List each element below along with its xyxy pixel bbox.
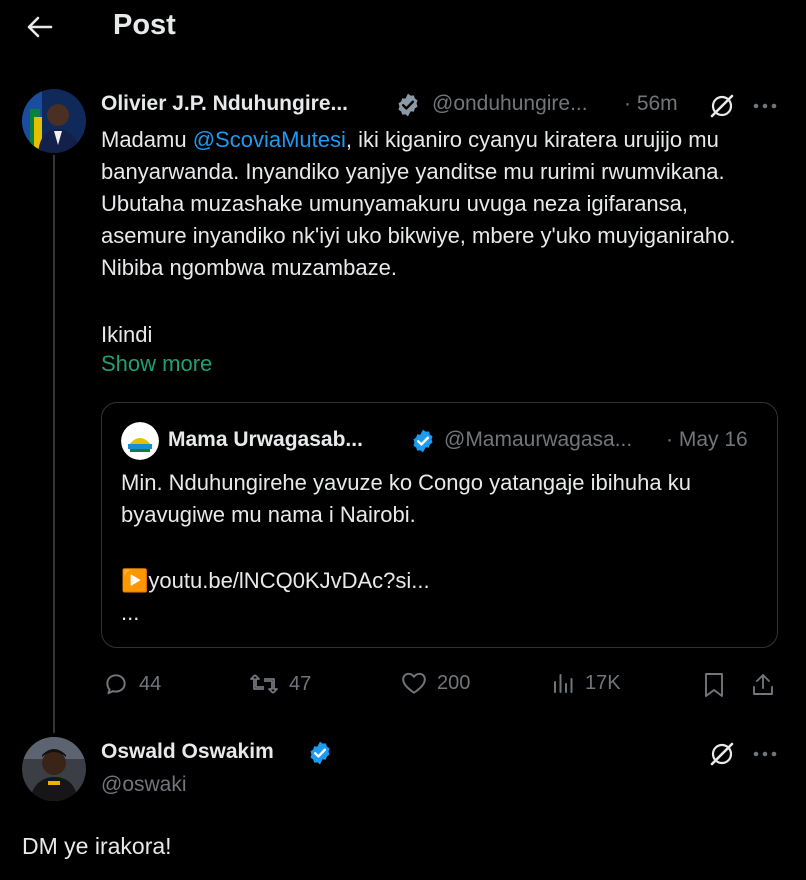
quoted-post-ellipsis: ... [121,600,140,625]
bookmark-icon [703,672,725,698]
views-count: 17K [585,671,621,694]
reply-grok-button[interactable] [705,737,739,771]
bookmark-button[interactable] [699,670,729,700]
share-icon [751,672,775,698]
author-avatar[interactable] [22,89,86,153]
quoted-author-handle[interactable]: @Mamaurwagasa... [444,428,632,452]
reply-verified-badge-icon [307,740,333,766]
quoted-post-link-row: ▶️youtu.be/lNCQ0KJvDAc?si... [121,565,430,597]
repost-icon [249,671,279,697]
grok-icon [708,740,736,768]
more-icon [753,102,777,110]
reply-author-name[interactable]: Oswald Oswakim [101,740,274,764]
repost-count: 47 [289,672,312,695]
like-count: 200 [437,671,471,694]
reply-author-avatar[interactable] [22,737,86,801]
repost-button[interactable]: 47 [249,671,311,697]
author-handle[interactable]: @onduhungire... [432,92,588,116]
more-icon [753,750,777,758]
grok-button[interactable] [705,89,739,123]
quoted-author-name[interactable]: Mama Urwagasab... [168,428,363,452]
show-more-link[interactable]: Show more [101,351,212,377]
reply-count: 44 [139,672,162,695]
reply-more-options-button[interactable] [748,737,782,771]
play-icon: ▶️ [121,568,149,593]
like-button[interactable]: 200 [401,671,470,695]
reply-icon [103,671,129,697]
quoted-post-text: Min. Nduhungirehe yavuze ko Congo yatang… [121,470,691,527]
thread-connector [53,155,55,733]
quoted-verified-badge-icon [410,428,436,454]
reply-author-handle[interactable]: @oswaki [101,773,187,797]
post-text-start: Madamu [101,127,193,152]
quoted-post-link[interactable]: youtu.be/lNCQ0KJvDAc?si... [148,568,429,593]
views-icon [551,671,575,695]
post-text: Madamu @ScoviaMutesi, iki kiganiro cyany… [101,124,771,284]
post-time[interactable]: · 56m [624,92,678,116]
grok-icon [708,92,736,120]
mention-link[interactable]: @ScoviaMutesi [193,127,346,152]
verified-badge-icon [395,92,421,118]
back-arrow-icon [27,16,53,38]
reply-button[interactable]: 44 [103,671,161,697]
views-button[interactable]: 17K [551,671,621,695]
back-button[interactable] [20,10,60,44]
author-name[interactable]: Olivier J.P. Nduhungire... [101,92,348,116]
page-title: Post [113,9,176,41]
like-icon [401,671,427,695]
share-button[interactable] [748,670,778,700]
quoted-author-avatar[interactable] [121,422,159,460]
post-text-second-paragraph: Ikindi [101,322,153,347]
more-options-button[interactable] [748,89,782,123]
quoted-post-time[interactable]: · May 16 [666,428,748,452]
reply-text: DM ye irakora! [22,833,172,859]
